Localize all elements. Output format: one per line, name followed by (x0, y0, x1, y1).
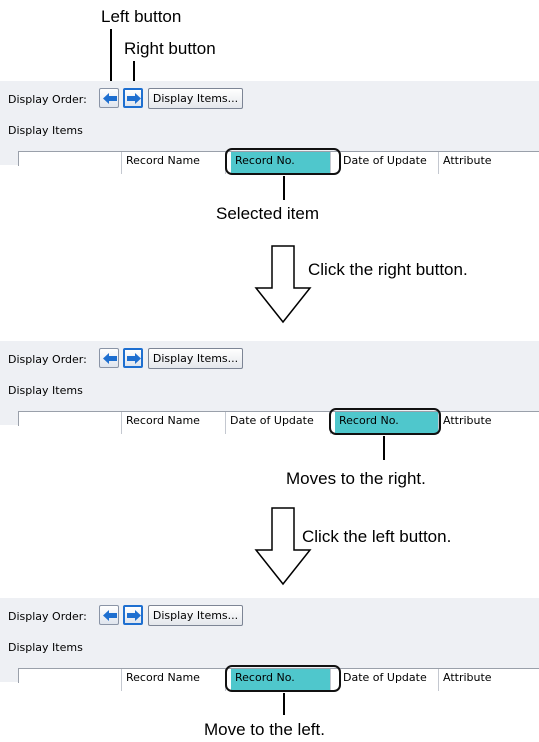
selection-highlight (329, 408, 441, 435)
left-arrow-icon (103, 610, 117, 621)
move-left-callout: Move to the left. (204, 720, 325, 739)
moves-right-leader (383, 436, 385, 460)
down-arrow-icon (254, 507, 312, 586)
column-header-attribute[interactable]: Attribute (439, 412, 539, 434)
right-arrow-icon (127, 93, 141, 104)
right-button[interactable] (123, 348, 143, 368)
display-items-table: Record Name Date of Update Record No. At… (18, 411, 539, 434)
display-items-label: Display Items (8, 384, 83, 397)
display-items-label: Display Items (8, 641, 83, 654)
selection-highlight (225, 148, 341, 175)
column-header-attribute[interactable]: Attribute (439, 669, 539, 691)
display-order-label: Display Order: (8, 610, 87, 623)
right-button[interactable] (123, 88, 143, 108)
column-header-record-name[interactable]: Record Name (122, 412, 226, 434)
column-header-blank[interactable] (19, 669, 122, 691)
selected-item-callout: Selected item (216, 204, 319, 223)
display-items-button[interactable]: Display Items... (148, 88, 243, 109)
column-header-record-name[interactable]: Record Name (122, 669, 226, 691)
click-right-instruction: Click the right button. (308, 260, 468, 279)
column-header-blank[interactable] (19, 152, 122, 174)
right-arrow-icon (127, 610, 141, 621)
display-order-panel-2: Display Order: Display Items... Display … (0, 341, 539, 435)
left-button[interactable] (99, 88, 119, 108)
left-arrow-icon (103, 353, 117, 364)
click-left-instruction: Click the left button. (302, 527, 452, 546)
right-button-leader (133, 61, 135, 81)
display-order-label: Display Order: (8, 353, 87, 366)
left-button-leader (110, 29, 112, 81)
column-header-record-name[interactable]: Record Name (122, 152, 226, 174)
display-items-button[interactable]: Display Items... (148, 348, 243, 369)
display-items-button[interactable]: Display Items... (148, 605, 243, 626)
selected-item-leader (283, 176, 285, 200)
display-order-panel-1: Display Order: Display Items... Display … (0, 81, 539, 175)
display-order-label: Display Order: (8, 93, 87, 106)
display-items-label: Display Items (8, 124, 83, 137)
column-header-date-of-update[interactable]: Date of Update (226, 412, 331, 434)
column-header-attribute[interactable]: Attribute (439, 152, 539, 174)
column-header-blank[interactable] (19, 412, 122, 434)
column-header-date-of-update[interactable]: Date of Update (339, 152, 439, 174)
move-left-leader (283, 693, 285, 715)
moves-right-callout: Moves to the right. (286, 469, 426, 488)
left-button[interactable] (99, 605, 119, 625)
down-arrow-icon (254, 245, 312, 324)
left-button-callout: Left button (101, 7, 182, 26)
right-arrow-icon (127, 353, 141, 364)
left-arrow-icon (103, 93, 117, 104)
right-button[interactable] (123, 605, 143, 625)
selection-highlight (225, 665, 341, 692)
right-button-callout: Right button (124, 39, 216, 58)
display-order-panel-3: Display Order: Display Items... Display … (0, 598, 539, 692)
column-header-date-of-update[interactable]: Date of Update (339, 669, 439, 691)
left-button[interactable] (99, 348, 119, 368)
